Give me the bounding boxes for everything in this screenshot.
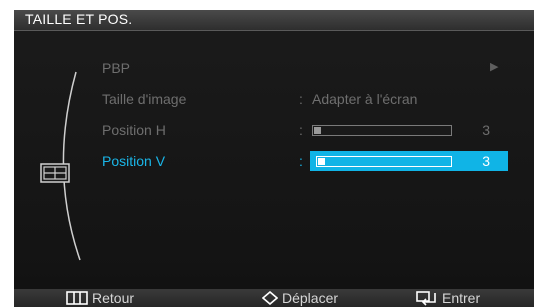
menu-item-label: Position H (102, 122, 166, 138)
slider-fill (318, 158, 325, 165)
osd-menu-window: TAILLE ET POS. PBP ▶ Taille d'image : Ad… (14, 10, 534, 307)
value-separator: : (299, 122, 303, 138)
enter-icon (416, 290, 436, 306)
back-button[interactable]: Retour (66, 290, 134, 306)
menu-item-label: PBP (102, 60, 131, 76)
position-v-slider[interactable] (316, 156, 452, 167)
back-label: Retour (92, 290, 135, 306)
right-triangle-icon: ▶ (490, 61, 499, 73)
move-button[interactable]: Déplacer (262, 290, 338, 306)
value-separator: : (299, 91, 303, 107)
position-h-slider[interactable] (312, 125, 452, 136)
slider-fill (314, 127, 321, 134)
slider-value: 3 (482, 153, 490, 169)
enter-label: Entrer (442, 290, 481, 306)
menu-bars-icon (66, 291, 88, 305)
enter-button[interactable]: Entrer (416, 290, 480, 306)
decorative-arc (62, 71, 81, 261)
menu-item-pbp[interactable]: PBP ▶ (14, 58, 534, 78)
osd-footer: Retour Déplacer Entrer (14, 289, 534, 307)
value-separator: : (299, 153, 303, 169)
menu-item-label: Taille d'image (102, 91, 187, 107)
slider-value: 3 (482, 122, 490, 138)
menu-item-image-size[interactable]: Taille d'image : Adapter à l'écran (14, 89, 534, 109)
menu-item-value: Adapter à l'écran (312, 91, 418, 107)
menu-item-position-v[interactable]: Position V : 3 (14, 151, 534, 171)
move-label: Déplacer (282, 290, 339, 306)
diamond-arrows-icon (262, 291, 278, 305)
menu-item-position-h[interactable]: Position H : 3 (14, 120, 534, 140)
menu-item-label: Position V (102, 153, 166, 169)
